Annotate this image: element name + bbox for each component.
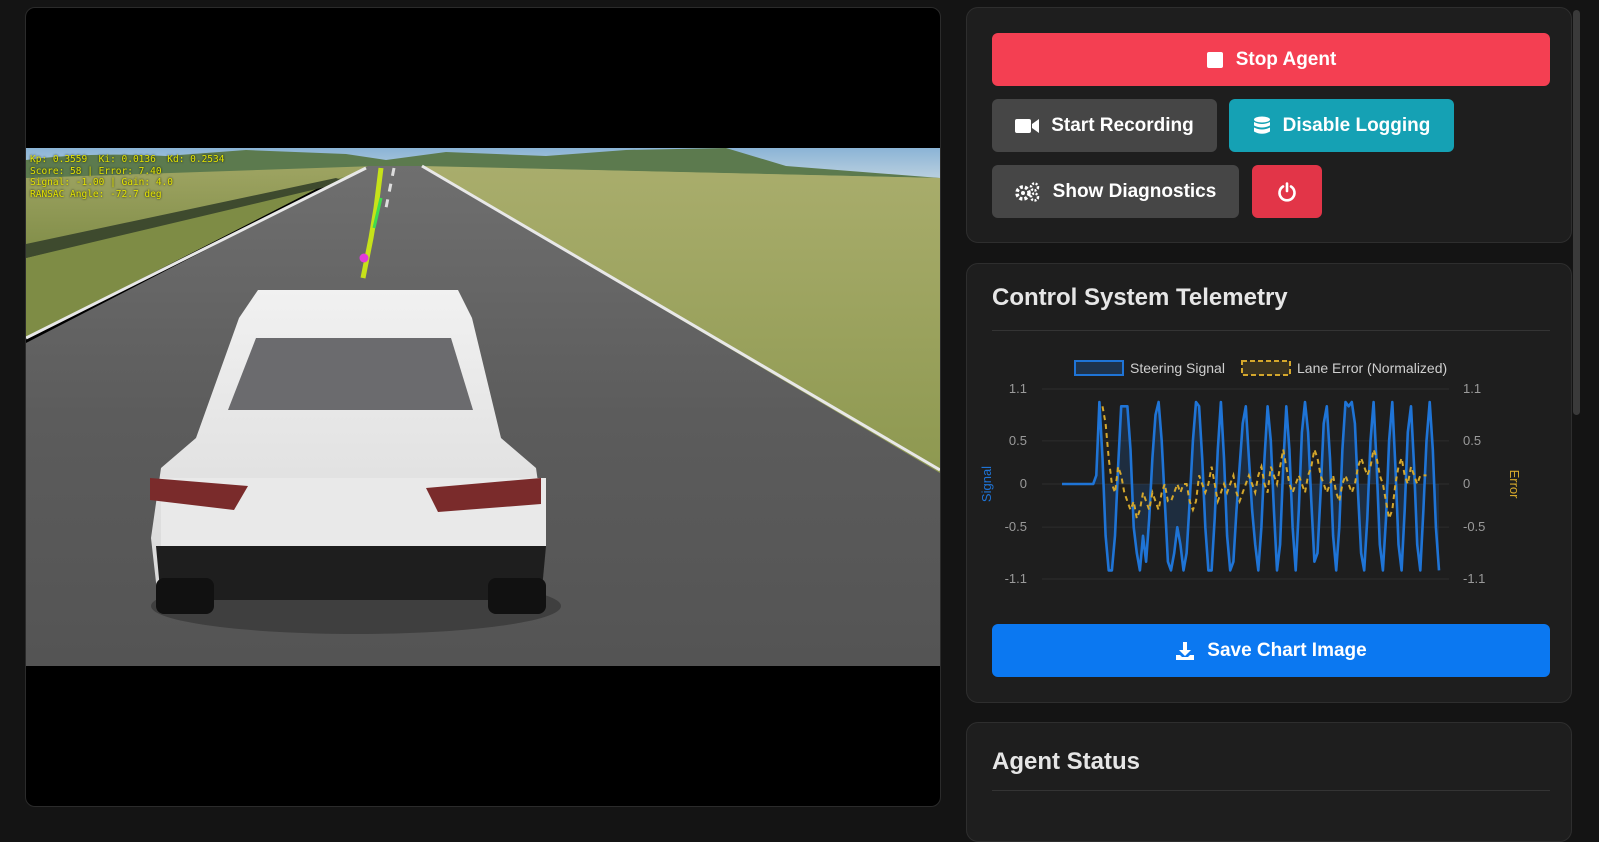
y-tick-label-left: -0.5 xyxy=(1005,519,1027,534)
hud-line: Kp: 0.3559 Ki: 0.0136 Kd: 0.2534 xyxy=(30,154,225,165)
power-icon xyxy=(1278,181,1296,202)
agent-status-title: Agent Status xyxy=(992,748,1141,775)
show-diagnostics-label: Show Diagnostics xyxy=(1052,180,1217,202)
database-icon xyxy=(1253,116,1270,134)
hud-line: Score: 58 | Error: 7.40 xyxy=(30,165,162,177)
y-tick-label-left: 0 xyxy=(1020,476,1027,491)
agent-controls-card: Stop Agent Start Recording Disable Loggi… xyxy=(966,7,1572,243)
legend-swatch-error xyxy=(1241,360,1291,376)
camera-feed-panel: Kp: 0.3559 Ki: 0.0136 Kd: 0.2534 Score: … xyxy=(25,7,941,807)
y-tick-label-left: 0.5 xyxy=(1009,433,1027,448)
y-tick-label-right: -1.1 xyxy=(1463,571,1485,586)
y-axis-title-left: Signal xyxy=(979,466,994,502)
show-diagnostics-button[interactable]: Show Diagnostics xyxy=(992,165,1239,218)
save-chart-label: Save Chart Image xyxy=(1207,639,1367,661)
telemetry-title: Control System Telemetry xyxy=(992,284,1288,311)
video-camera-icon xyxy=(1015,118,1040,133)
power-button[interactable] xyxy=(1252,165,1322,218)
legend-swatch-signal xyxy=(1074,360,1124,376)
page-scrollbar[interactable] xyxy=(1573,10,1580,415)
y-tick-label-left: -1.1 xyxy=(1005,571,1027,586)
road-scene-image xyxy=(26,148,940,666)
y-tick-label-right: -0.5 xyxy=(1463,519,1485,534)
hud-line: Signal: -1.00 | Gain: 4.0 xyxy=(30,177,173,188)
gears-icon xyxy=(1014,181,1039,202)
legend-label-signal: Steering Signal xyxy=(1130,360,1225,376)
y-axis-title-right: Error xyxy=(1507,470,1522,500)
y-tick-label-right: 1.1 xyxy=(1463,381,1481,396)
stop-agent-button[interactable]: Stop Agent xyxy=(992,33,1550,86)
download-icon xyxy=(1176,641,1195,660)
hud-overlay: Kp: 0.3559 Ki: 0.0136 Kd: 0.2534 Score: … xyxy=(30,154,224,200)
disable-logging-label: Disable Logging xyxy=(1282,114,1431,136)
divider xyxy=(992,790,1550,791)
y-tick-label-right: 0 xyxy=(1463,476,1470,491)
start-recording-button[interactable]: Start Recording xyxy=(992,99,1217,152)
save-chart-image-button[interactable]: Save Chart Image xyxy=(992,624,1550,677)
telemetry-chart-svg: 1.1 1.1 0.5 0.5 0 0 -0.5 -0.5 -1.1 -1.1 Signal Erro… xyxy=(979,360,1522,586)
legend-label-error: Lane Error (Normalized) xyxy=(1297,360,1447,376)
disable-logging-button[interactable]: Disable Logging xyxy=(1229,99,1454,152)
agent-status-card: Agent Status xyxy=(966,722,1572,842)
telemetry-card: Control System Telemetry 1.1 1.1 0.5 0.5 0 0 -… xyxy=(966,263,1572,703)
hud-line: RANSAC Angle: -72.7 deg xyxy=(30,188,162,200)
start-recording-label: Start Recording xyxy=(1051,114,1194,136)
divider xyxy=(992,330,1550,331)
stop-square-icon xyxy=(1206,51,1223,68)
y-tick-label-left: 1.1 xyxy=(1009,381,1027,396)
telemetry-chart: 1.1 1.1 0.5 0.5 0 0 -0.5 -0.5 -1.1 -1.1 Signal Erro… xyxy=(967,354,1573,614)
driving-camera-view: Kp: 0.3559 Ki: 0.0136 Kd: 0.2534 Score: … xyxy=(26,148,940,666)
stop-agent-label: Stop Agent xyxy=(1235,48,1337,70)
y-tick-label-right: 0.5 xyxy=(1463,433,1481,448)
